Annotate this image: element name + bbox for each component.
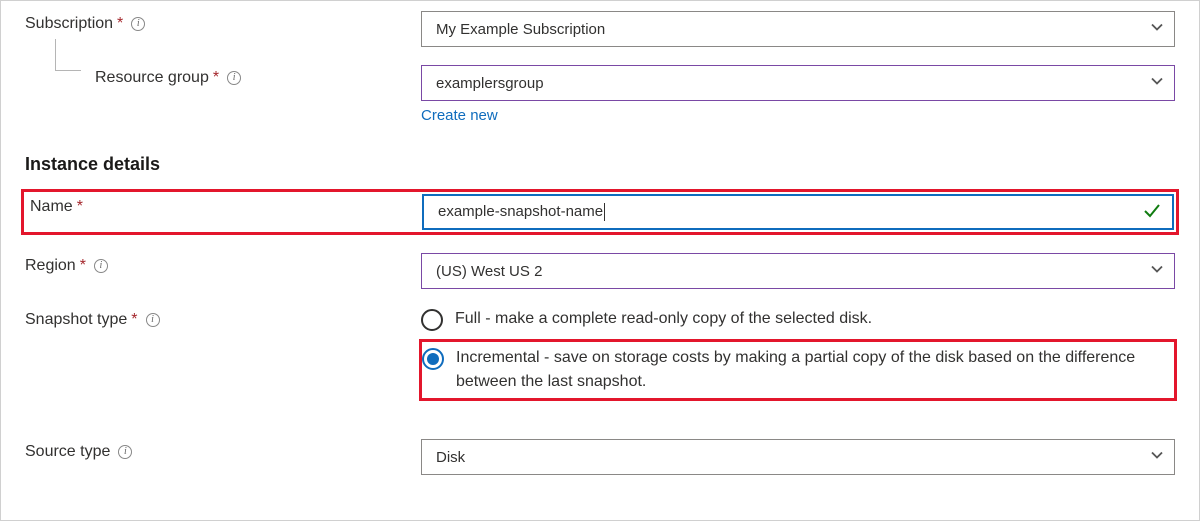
snapshot-type-field-col: Full - make a complete read-only copy of… — [421, 307, 1175, 401]
source-type-value: Disk — [436, 449, 465, 466]
radio-icon — [421, 309, 443, 331]
snapshot-type-full-option[interactable]: Full - make a complete read-only copy of… — [421, 307, 1175, 331]
name-highlight: Name * example-snapshot-name — [21, 189, 1179, 235]
info-icon[interactable]: i — [227, 71, 241, 85]
instance-details-header: Instance details — [25, 154, 1175, 175]
name-label: Name — [30, 198, 73, 216]
required-marker: * — [80, 257, 86, 275]
source-type-row: Source type i Disk — [25, 439, 1175, 475]
tree-connector — [55, 39, 81, 71]
source-type-label: Source type — [25, 443, 110, 461]
name-label-col: Name * — [26, 194, 422, 216]
chevron-down-icon — [1150, 262, 1164, 280]
region-label-col: Region * i — [25, 253, 421, 275]
region-row: Region * i (US) West US 2 — [25, 253, 1175, 289]
source-type-dropdown[interactable]: Disk — [421, 439, 1175, 475]
resource-group-value: examplersgroup — [436, 75, 544, 92]
required-marker: * — [117, 15, 123, 33]
resource-group-field-col: examplersgroup Create new — [421, 65, 1175, 124]
info-icon[interactable]: i — [94, 259, 108, 273]
chevron-down-icon — [1150, 74, 1164, 92]
snapshot-type-label-col: Snapshot type * i — [25, 307, 421, 329]
region-value: (US) West US 2 — [436, 263, 542, 280]
info-icon[interactable]: i — [146, 313, 160, 327]
subscription-dropdown[interactable]: My Example Subscription — [421, 11, 1175, 47]
snapshot-type-incremental-option[interactable]: Incremental - save on storage costs by m… — [422, 346, 1170, 394]
snapshot-type-row: Snapshot type * i Full - make a complete… — [25, 307, 1175, 401]
name-row: Name * example-snapshot-name — [26, 194, 1174, 230]
create-new-link[interactable]: Create new — [421, 107, 1175, 124]
subscription-label: Subscription — [25, 15, 113, 33]
check-icon — [1142, 200, 1162, 225]
required-marker: * — [77, 198, 83, 216]
radio-icon — [422, 348, 444, 370]
chevron-down-icon — [1150, 448, 1164, 466]
resource-group-row: Resource group * i examplersgroup Create… — [25, 65, 1175, 124]
radio-dot-icon — [427, 353, 439, 365]
required-marker: * — [213, 69, 219, 87]
name-value: example-snapshot-name — [438, 203, 605, 221]
info-icon[interactable]: i — [118, 445, 132, 459]
subscription-row: Subscription * i My Example Subscription — [25, 11, 1175, 47]
region-dropdown[interactable]: (US) West US 2 — [421, 253, 1175, 289]
info-icon[interactable]: i — [131, 17, 145, 31]
source-type-field-col: Disk — [421, 439, 1175, 475]
source-type-label-col: Source type i — [25, 439, 421, 461]
chevron-down-icon — [1150, 20, 1164, 38]
name-field-col: example-snapshot-name — [422, 194, 1174, 230]
resource-group-label-col: Resource group * i — [25, 65, 421, 87]
create-snapshot-form-panel: Subscription * i My Example Subscription… — [0, 0, 1200, 521]
snapshot-type-incremental-label: Incremental - save on storage costs by m… — [456, 346, 1170, 394]
resource-group-label: Resource group — [95, 69, 209, 87]
region-label: Region — [25, 257, 76, 275]
name-input[interactable]: example-snapshot-name — [422, 194, 1174, 230]
resource-group-dropdown[interactable]: examplersgroup — [421, 65, 1175, 101]
snapshot-type-full-label: Full - make a complete read-only copy of… — [455, 307, 872, 331]
snapshot-type-incremental-highlight: Incremental - save on storage costs by m… — [419, 339, 1177, 401]
required-marker: * — [131, 311, 137, 329]
region-field-col: (US) West US 2 — [421, 253, 1175, 289]
subscription-field-col: My Example Subscription — [421, 11, 1175, 47]
subscription-label-col: Subscription * i — [25, 11, 421, 33]
subscription-value: My Example Subscription — [436, 21, 605, 38]
snapshot-type-label: Snapshot type — [25, 311, 127, 329]
